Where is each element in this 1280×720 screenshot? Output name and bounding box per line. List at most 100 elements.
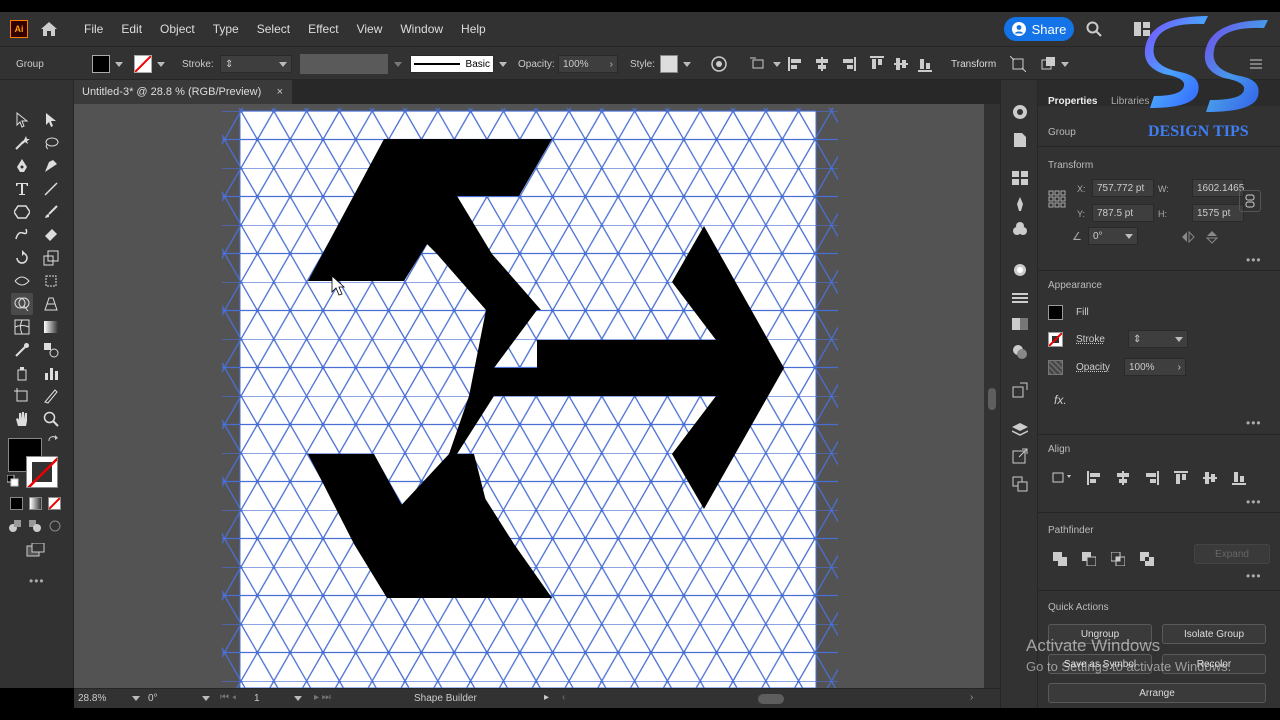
gradient-tool-icon[interactable] — [40, 316, 62, 338]
swap-colors-icon[interactable] — [46, 434, 60, 448]
arrange-icon[interactable] — [1040, 47, 1069, 81]
pathfinder-minus-front-icon[interactable] — [1081, 551, 1097, 567]
align-middle-icon[interactable] — [894, 47, 908, 81]
opacity-panel-field[interactable]: 100% › — [1124, 358, 1186, 376]
swatches-icon[interactable] — [1010, 168, 1030, 188]
rotate-tool-icon[interactable] — [11, 247, 33, 269]
stroke-swatch-control[interactable] — [134, 47, 165, 81]
appearance-more-icon[interactable]: ••• — [1246, 416, 1262, 430]
gradient-mode-icon[interactable] — [29, 497, 42, 510]
hand-tool-icon[interactable] — [11, 408, 33, 430]
document-info-icon[interactable] — [1010, 130, 1030, 150]
menu-help[interactable]: Help — [461, 22, 486, 36]
magic-wand-tool-icon[interactable] — [11, 132, 33, 154]
artboard-number-field[interactable]: 1 — [254, 693, 302, 706]
scroll-left-icon[interactable]: ‹ — [562, 692, 565, 703]
blend-tool-icon[interactable] — [40, 339, 62, 361]
column-graph-tool-icon[interactable] — [40, 362, 62, 384]
align-middle-panel-icon[interactable] — [1202, 470, 1218, 486]
stroke-color-swatch[interactable] — [26, 456, 58, 488]
layers-icon[interactable] — [1010, 420, 1030, 440]
symbols-icon[interactable] — [1010, 220, 1030, 240]
symbol-sprayer-tool-icon[interactable] — [11, 362, 33, 384]
align-more-icon[interactable]: ••• — [1246, 495, 1262, 509]
artboards-panel-icon[interactable] — [1010, 474, 1030, 494]
document-tab[interactable]: Untitled-3* @ 28.8 % (RGB/Preview) × — [74, 80, 292, 104]
perspective-grid-tool-icon[interactable] — [40, 293, 62, 315]
close-tab-icon[interactable]: × — [277, 86, 283, 98]
menu-select[interactable]: Select — [257, 22, 290, 36]
isolate-group-button[interactable]: Isolate Group — [1162, 624, 1266, 644]
menu-effect[interactable]: Effect — [308, 22, 338, 36]
shaper-tool-icon[interactable] — [11, 224, 33, 246]
graphic-style-swatch[interactable] — [660, 47, 691, 81]
menu-object[interactable]: Object — [160, 22, 195, 36]
fx-effects-button[interactable]: fx. — [1054, 393, 1067, 407]
stroke-swatch-panel[interactable] — [1048, 332, 1063, 347]
none-mode-icon[interactable] — [48, 497, 61, 510]
opacity-label-panel[interactable]: Opacity — [1076, 362, 1110, 373]
width-tool-icon[interactable] — [11, 270, 33, 292]
brushes-icon[interactable] — [1010, 194, 1030, 214]
opacity-field[interactable]: 100% › — [558, 47, 618, 81]
pathfinder-intersect-icon[interactable] — [1110, 551, 1126, 567]
variable-width-profile[interactable] — [300, 47, 402, 81]
polygon-tool-icon[interactable] — [11, 201, 33, 223]
stroke-weight-panel-field[interactable]: ⇕ — [1128, 330, 1188, 348]
height-field[interactable]: 1575 pt — [1192, 204, 1244, 222]
pathfinder-more-icon[interactable]: ••• — [1246, 569, 1262, 583]
canvas-workspace[interactable] — [74, 104, 984, 688]
home-icon[interactable] — [38, 18, 60, 40]
reference-point-icon[interactable] — [1048, 190, 1066, 208]
recolor-icon[interactable] — [711, 47, 727, 81]
screen-mode-icon[interactable] — [25, 541, 47, 559]
scroll-right-icon[interactable]: › — [970, 692, 973, 703]
next-artboard-icon[interactable]: ▸ ⏭ — [314, 692, 331, 703]
stroke-weight-field[interactable]: ⇕ — [220, 47, 292, 81]
direct-selection-tool-icon[interactable] — [40, 109, 62, 131]
fill-swatch[interactable] — [92, 55, 110, 73]
current-tool-status[interactable]: Shape Builder — [414, 693, 477, 704]
appearance-panel-icon[interactable] — [1010, 342, 1030, 362]
export-icon[interactable] — [1010, 380, 1030, 400]
y-position-field[interactable]: 787.5 pt — [1092, 204, 1154, 222]
color-mode-icon[interactable] — [10, 497, 23, 510]
draw-inside-icon[interactable] — [46, 517, 64, 535]
transform-more-icon[interactable]: ••• — [1246, 253, 1262, 267]
type-tool-icon[interactable] — [11, 178, 33, 200]
fill-swatch-control[interactable] — [92, 47, 123, 81]
slice-tool-icon[interactable] — [40, 385, 62, 407]
draw-behind-icon[interactable] — [26, 517, 44, 535]
draw-normal-icon[interactable] — [6, 517, 24, 535]
free-transform-tool-icon[interactable] — [40, 270, 62, 292]
stroke-panel-icon[interactable] — [1010, 260, 1030, 280]
menu-type[interactable]: Type — [213, 22, 239, 36]
align-to-icon[interactable] — [750, 47, 781, 81]
selection-tool-icon[interactable] — [11, 109, 33, 131]
align-right-panel-icon[interactable] — [1144, 470, 1160, 486]
align-center-panel-icon[interactable] — [1115, 470, 1131, 486]
gradient-panel-icon[interactable] — [1010, 288, 1030, 308]
stroke-label-panel[interactable]: Stroke — [1076, 334, 1105, 345]
first-artboard-icon[interactable]: ⏮ ◂ — [220, 692, 236, 703]
transparency-icon[interactable] — [1010, 314, 1030, 334]
eraser-tool-icon[interactable] — [40, 224, 62, 246]
width-field[interactable]: 1602.1465 — [1192, 179, 1244, 197]
default-colors-icon[interactable] — [6, 474, 20, 488]
stroke-none-swatch[interactable] — [134, 55, 152, 73]
line-tool-icon[interactable] — [40, 178, 62, 200]
align-right-icon[interactable] — [840, 47, 856, 81]
menu-file[interactable]: File — [84, 22, 103, 36]
fill-swatch-panel[interactable] — [1048, 305, 1063, 320]
align-bottom-icon[interactable] — [918, 47, 932, 81]
pen-tool-icon[interactable] — [11, 155, 33, 177]
edit-toolbar-more-icon[interactable]: ••• — [29, 574, 45, 588]
align-to-panel-icon[interactable] — [1050, 468, 1074, 486]
brush-definition[interactable]: Basic — [410, 47, 507, 81]
zoom-tool-icon[interactable] — [40, 408, 62, 430]
tab-properties[interactable]: Properties — [1048, 96, 1097, 107]
menu-edit[interactable]: Edit — [121, 22, 142, 36]
search-icon[interactable] — [1084, 19, 1104, 39]
rotation-field[interactable]: 0° — [148, 693, 210, 706]
scale-tool-icon[interactable] — [40, 247, 62, 269]
